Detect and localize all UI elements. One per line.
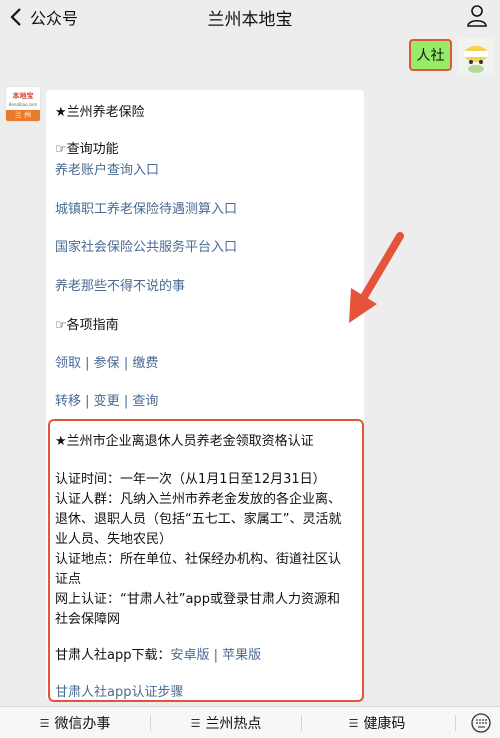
outgoing-message-text: 人社 (416, 48, 445, 64)
guide-row-1: 领取 | 参保 | 缴费 (55, 352, 158, 371)
logo-city-text: 兰 州 (6, 110, 40, 121)
link-national-service-platform[interactable]: 国家社会保险公共服务平台入口 (55, 236, 237, 255)
guide-link-query[interactable]: 查询 (132, 394, 158, 409)
logo-url-text: Bendibao.com (8, 102, 38, 107)
separator: | (119, 394, 133, 409)
user-avatar[interactable] (458, 38, 494, 74)
link-pension-account-query[interactable]: 养老账户查询入口 (55, 159, 159, 178)
guide-heading: ☞各项指南 (55, 318, 119, 333)
menu-label: 微信办事 (54, 716, 111, 732)
top-nav-bar: 公众号 兰州本地宝 (0, 0, 500, 36)
menu-lanzhou-hot[interactable]: ☰ 兰州热点 (151, 707, 301, 738)
menu-wechat-services[interactable]: ☰ 微信办事 (0, 707, 150, 738)
page-title: 兰州本地宝 (207, 10, 293, 30)
query-heading: ☞查询功能 (55, 142, 119, 157)
keyboard-icon[interactable] (470, 713, 492, 733)
guide-link-transfer[interactable]: 转移 (55, 394, 81, 409)
outgoing-message-bubble: 人社 (409, 39, 452, 71)
menu-list-icon: ☰ (190, 716, 201, 730)
guide-link-enroll[interactable]: 参保 (94, 356, 120, 371)
red-arrow-icon (349, 232, 404, 323)
guide-link-receive[interactable]: 领取 (55, 356, 81, 371)
menu-list-icon: ☰ (39, 716, 50, 730)
link-pension-facts[interactable]: 养老那些不得不说的事 (55, 275, 185, 294)
guide-row-2: 转移 | 变更 | 查询 (55, 390, 158, 409)
guide-link-payment[interactable]: 缴费 (132, 356, 158, 371)
menu-divider (455, 715, 456, 731)
profile-icon[interactable] (466, 4, 488, 28)
bottom-menu-bar: ☰ 微信办事 ☰ 兰州热点 ☰ 健康码 (0, 706, 500, 738)
guide-link-change[interactable]: 变更 (94, 394, 120, 409)
message-heading: ★兰州养老保险 (55, 105, 145, 120)
logo-brand-text: 本地宝 (12, 92, 34, 100)
menu-label: 兰州热点 (205, 716, 262, 732)
separator: | (81, 356, 94, 371)
separator: | (81, 394, 94, 409)
menu-health-code[interactable]: ☰ 健康码 (302, 707, 452, 738)
menu-label: 健康码 (363, 716, 406, 732)
separator: | (119, 356, 133, 371)
link-benefit-calculator[interactable]: 城镇职工养老保险待遇测算入口 (55, 198, 237, 217)
sender-avatar[interactable]: 本地宝 Bendibao.com 兰 州 (5, 86, 41, 122)
cartoon-avatar-icon (458, 38, 494, 74)
menu-list-icon: ☰ (348, 716, 359, 730)
highlight-box (48, 419, 364, 702)
